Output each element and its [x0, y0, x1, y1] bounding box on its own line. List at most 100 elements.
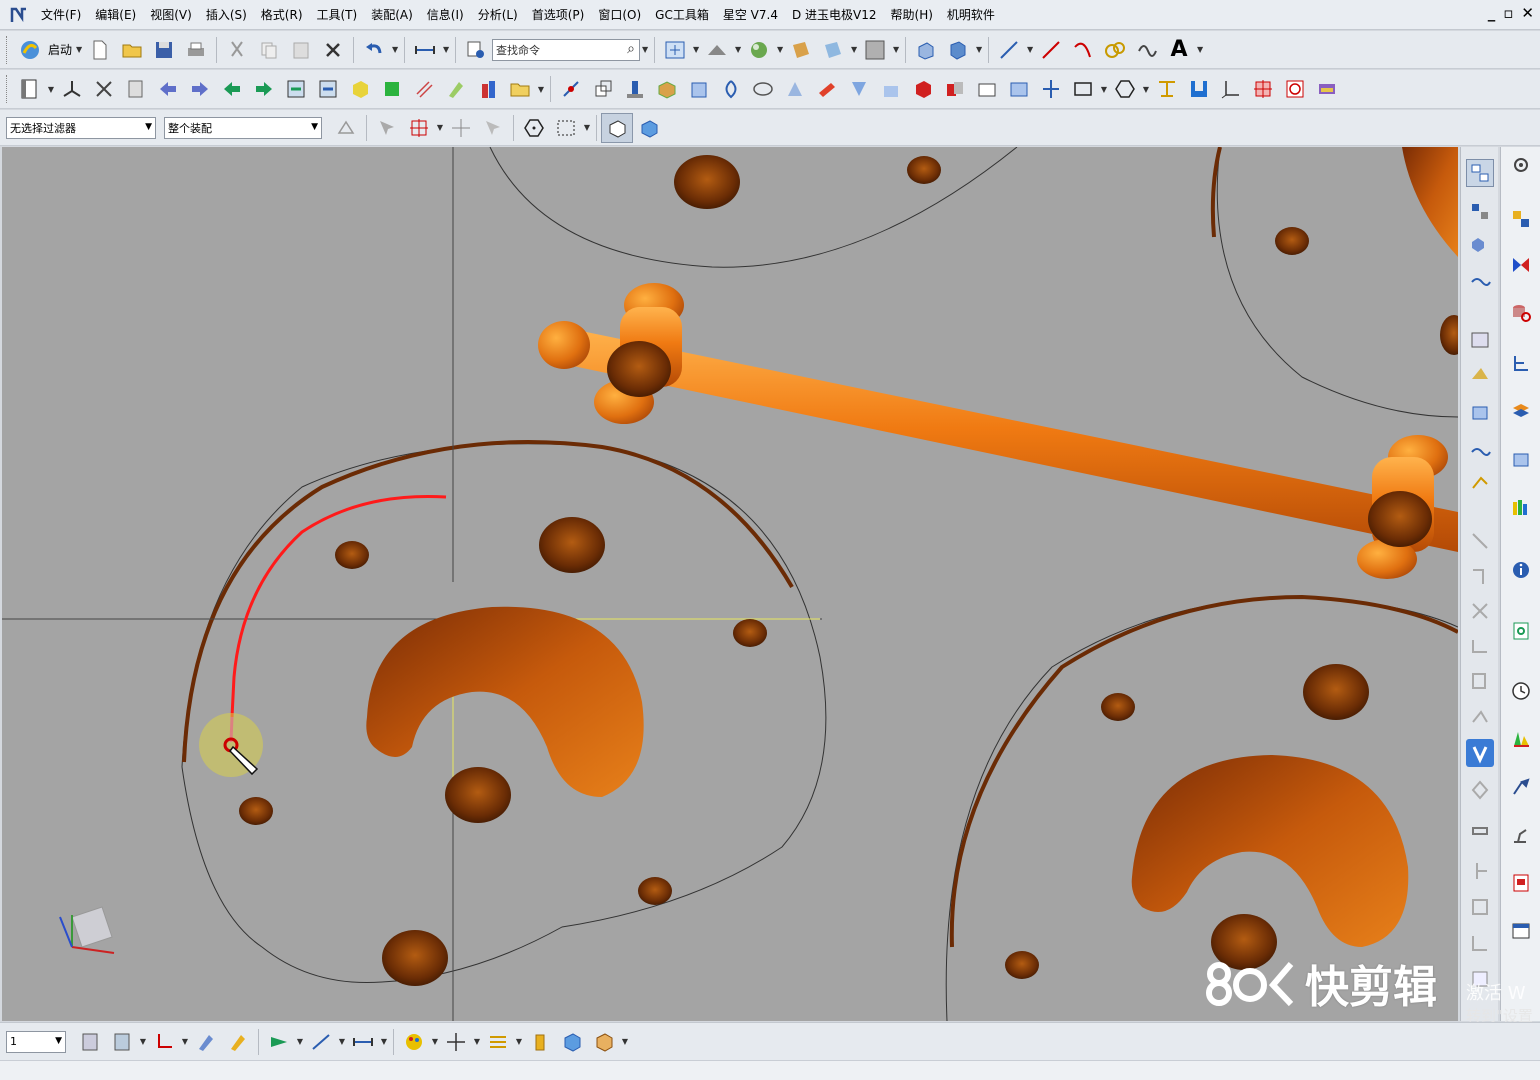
u-channel-icon[interactable] — [1183, 74, 1215, 104]
studio-spline-icon[interactable] — [1131, 35, 1163, 65]
orient-dropdown-icon[interactable]: ▼ — [733, 35, 743, 65]
datum-plane-icon[interactable] — [587, 74, 619, 104]
start-dropdown-icon[interactable]: ▼ — [74, 35, 84, 65]
bolt-hole[interactable] — [1211, 914, 1277, 970]
kidney-slot-main[interactable] — [366, 606, 644, 797]
undo-dropdown-icon[interactable]: ▼ — [390, 35, 400, 65]
window-layout-icon[interactable] — [1507, 917, 1535, 945]
pattern-icon[interactable] — [843, 74, 875, 104]
wcs-origin-icon[interactable] — [56, 74, 88, 104]
csys-icon[interactable] — [1215, 74, 1247, 104]
search-icon[interactable]: ⌕ — [627, 41, 635, 57]
bottle-icon[interactable] — [524, 1027, 556, 1057]
print-icon[interactable] — [180, 35, 212, 65]
bolt-hole[interactable] — [1101, 693, 1135, 721]
text-icon[interactable]: A — [1163, 35, 1195, 65]
unite-icon[interactable] — [939, 74, 971, 104]
dimension-dropdown-icon[interactable]: ▼ — [337, 1027, 347, 1057]
chamfer-icon[interactable] — [811, 74, 843, 104]
object-display-icon[interactable] — [190, 1027, 222, 1057]
extrude-icon[interactable] — [910, 35, 942, 65]
menu-window[interactable]: 窗口(O) — [591, 0, 648, 30]
bottles-icon[interactable] — [472, 74, 504, 104]
process-studio-icon[interactable] — [1466, 469, 1494, 497]
fitting-bore[interactable] — [607, 341, 671, 397]
tool-faded-6-icon[interactable] — [1466, 775, 1494, 803]
search-dropdown-icon[interactable]: ▼ — [640, 35, 650, 65]
show-bodies-icon[interactable] — [633, 113, 665, 143]
cone-icon[interactable] — [779, 74, 811, 104]
menu-edit[interactable]: 编辑(E) — [88, 0, 143, 30]
wcs-orient-icon[interactable] — [88, 74, 120, 104]
wcs-dropdown-icon[interactable]: ▼ — [180, 1027, 190, 1057]
bolt-hole[interactable] — [445, 767, 511, 823]
trim-body-icon[interactable] — [875, 74, 907, 104]
command-finder-icon[interactable] — [460, 35, 492, 65]
face-shading-icon[interactable] — [785, 35, 817, 65]
reuse-library-icon[interactable] — [1466, 267, 1494, 295]
snap-dropdown-icon[interactable]: ▼ — [435, 113, 445, 143]
revolve-feature-icon[interactable] — [715, 74, 747, 104]
pipe-end-cap[interactable] — [538, 321, 590, 369]
show-hide-icon[interactable] — [263, 1027, 295, 1057]
dimension-icon[interactable] — [305, 1027, 337, 1057]
feature-dropdown-icon[interactable]: ▼ — [974, 35, 984, 65]
history-icon[interactable] — [1466, 399, 1494, 427]
cad-scene[interactable] — [2, 147, 1458, 1021]
flange-outline-main[interactable] — [181, 443, 827, 984]
cut-icon[interactable] — [221, 35, 253, 65]
yellow-block-icon[interactable] — [344, 74, 376, 104]
database-icon[interactable] — [1507, 299, 1535, 327]
edit-object-icon[interactable] — [222, 1027, 254, 1057]
ruler-dropdown-icon[interactable]: ▼ — [379, 1027, 389, 1057]
general-select-icon[interactable] — [371, 113, 403, 143]
mirror-icon[interactable] — [1507, 251, 1535, 279]
intersect-icon[interactable] — [1003, 74, 1035, 104]
pen-icon[interactable] — [440, 74, 472, 104]
menu-view[interactable]: 视图(V) — [143, 0, 199, 30]
bolt-hole-partial[interactable] — [1440, 315, 1458, 355]
view-document-icon[interactable] — [1507, 617, 1535, 645]
copper-body-top-right[interactable] — [1402, 147, 1458, 257]
start-icon[interactable] — [14, 35, 46, 65]
save-icon[interactable] — [148, 35, 180, 65]
polygon-icon[interactable] — [1109, 74, 1141, 104]
bolt-hole[interactable] — [907, 156, 941, 184]
color-spectrum-icon[interactable] — [1507, 725, 1535, 753]
offset-surface-icon[interactable] — [1151, 74, 1183, 104]
inside-selection-icon[interactable] — [518, 113, 550, 143]
palette-icon[interactable] — [398, 1027, 430, 1057]
layer-settings-icon[interactable] — [14, 74, 46, 104]
bolt-hole[interactable] — [638, 877, 672, 905]
background-color-icon[interactable] — [859, 35, 891, 65]
type-filter-select[interactable]: 无选择过滤器 ▼ — [6, 116, 156, 139]
bolt-hole[interactable] — [674, 155, 740, 209]
layer-dropdown-icon[interactable]: ▼ — [46, 74, 56, 104]
background-dropdown-icon[interactable]: ▼ — [891, 35, 901, 65]
spline-icon[interactable] — [1099, 35, 1131, 65]
tool-faded-8-icon[interactable] — [1466, 857, 1494, 885]
menu-xingkong[interactable]: 星空 V7.4 — [716, 0, 785, 30]
select-dropdown-icon[interactable]: ▼ — [582, 113, 592, 143]
arc-icon[interactable] — [1067, 35, 1099, 65]
polygon-dropdown-icon[interactable]: ▼ — [1141, 74, 1151, 104]
report-icon[interactable] — [1507, 869, 1535, 897]
menu-file[interactable]: 文件(F) — [34, 0, 88, 30]
box-icon[interactable] — [683, 74, 715, 104]
rectangle-select-icon[interactable] — [550, 113, 582, 143]
bolt-hole[interactable] — [1275, 227, 1309, 255]
measure-distance-icon[interactable] — [409, 35, 441, 65]
render-dropdown-icon[interactable]: ▼ — [775, 35, 785, 65]
show-faces-icon[interactable] — [601, 112, 633, 143]
select-cursor-icon[interactable] — [445, 113, 477, 143]
settings-gear-icon[interactable] — [1507, 151, 1535, 179]
shading-dropdown-icon[interactable]: ▼ — [849, 35, 859, 65]
new-file-icon[interactable] — [84, 35, 116, 65]
tool-faded-2-icon[interactable] — [1466, 597, 1494, 625]
menu-tools[interactable]: 工具(T) — [310, 0, 365, 30]
nx-app-icon[interactable] — [8, 4, 30, 26]
hd3d-icon[interactable] — [1466, 327, 1494, 355]
layer-dropdown-icon[interactable]: ▼ — [138, 1027, 148, 1057]
layer-move-icon[interactable] — [120, 74, 152, 104]
layer-list-icon[interactable] — [74, 1027, 106, 1057]
